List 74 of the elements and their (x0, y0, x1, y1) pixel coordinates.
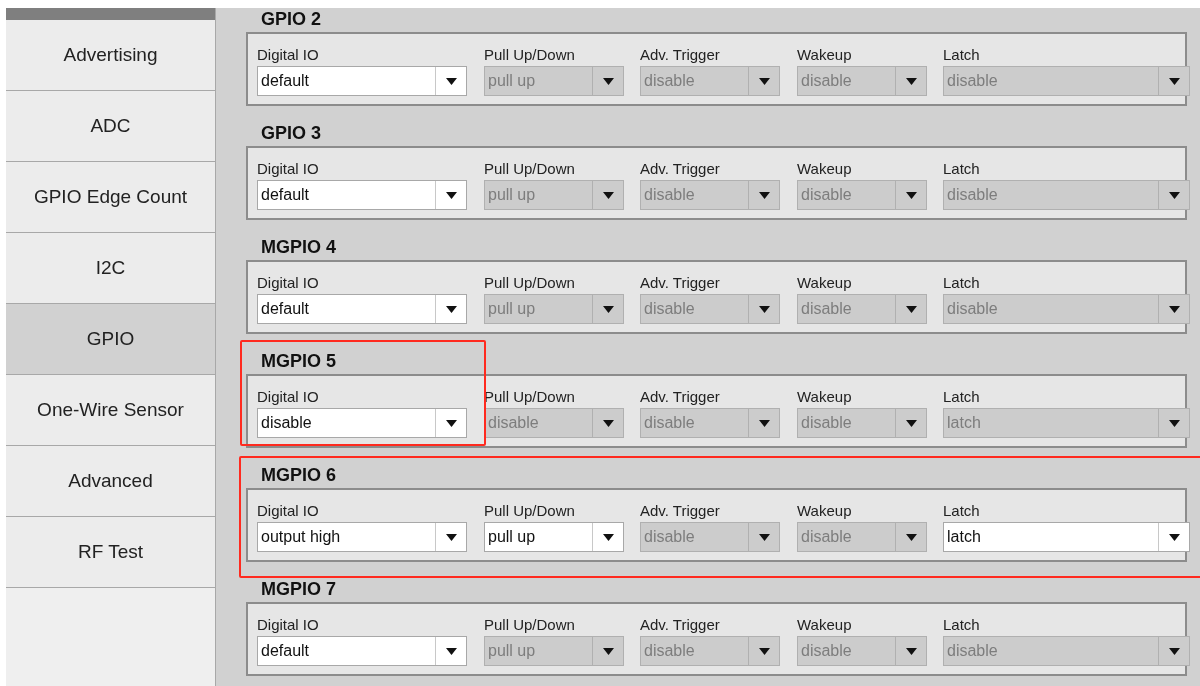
caret-icon (758, 77, 770, 85)
field-label: Pull Up/Down (484, 159, 576, 179)
dropdown[interactable]: output high (257, 522, 467, 552)
caret-icon (445, 533, 457, 541)
field-label: Latch (943, 387, 981, 407)
caret-icon (1168, 77, 1180, 85)
caret-icon (445, 419, 457, 427)
group-title: MGPIO 5 (260, 350, 337, 373)
field-label: Adv. Trigger (640, 501, 721, 521)
caret-icon (758, 305, 770, 313)
caret-icon (602, 647, 614, 655)
group-title: MGPIO 7 (260, 578, 337, 601)
dropdown[interactable]: default (257, 180, 467, 210)
dropdown[interactable]: disable (257, 408, 467, 438)
caret-icon (445, 77, 457, 85)
field-label: Adv. Trigger (640, 45, 721, 65)
field-label: Wakeup (797, 615, 853, 635)
field-label: Pull Up/Down (484, 45, 576, 65)
caret-icon (905, 419, 917, 427)
group-title: GPIO 2 (260, 8, 323, 31)
caret-icon (445, 647, 457, 655)
field-label: Pull Up/Down (484, 615, 576, 635)
caret-icon (445, 305, 457, 313)
field-label: Adv. Trigger (640, 615, 721, 635)
dropdown[interactable]: latch (943, 522, 1190, 552)
caret-icon (758, 419, 770, 427)
field-label: Wakeup (797, 501, 853, 521)
caret-icon (445, 191, 457, 199)
field-label: Latch (943, 615, 981, 635)
caret-icon (905, 647, 917, 655)
field-label: Wakeup (797, 387, 853, 407)
caret-icon (602, 419, 614, 427)
caret-icon (602, 533, 614, 541)
caret-icon (905, 191, 917, 199)
caret-icon (758, 647, 770, 655)
caret-icon (905, 533, 917, 541)
field-label: Digital IO (257, 45, 320, 65)
field-label: Wakeup (797, 273, 853, 293)
field-label: Adv. Trigger (640, 159, 721, 179)
field-label: Wakeup (797, 159, 853, 179)
sidebar-tab[interactable]: GPIO (6, 304, 215, 375)
caret-icon (602, 191, 614, 199)
caret-icon (1168, 419, 1180, 427)
field-label: Latch (943, 159, 981, 179)
dropdown[interactable]: default (257, 66, 467, 96)
caret-icon (602, 77, 614, 85)
caret-icon (1168, 533, 1180, 541)
field-label: Pull Up/Down (484, 501, 576, 521)
dropdown[interactable]: default (257, 294, 467, 324)
field-label: Digital IO (257, 273, 320, 293)
caret-icon (1168, 647, 1180, 655)
field-label: Digital IO (257, 615, 320, 635)
field-label: Latch (943, 501, 981, 521)
dropdown[interactable]: pull up (484, 522, 624, 552)
field-label: Latch (943, 273, 981, 293)
field-label: Pull Up/Down (484, 273, 576, 293)
caret-icon (758, 191, 770, 199)
field-label: Digital IO (257, 387, 320, 407)
group-title: GPIO 3 (260, 122, 323, 145)
dropdown[interactable]: default (257, 636, 467, 666)
field-label: Adv. Trigger (640, 387, 721, 407)
caret-icon (1168, 191, 1180, 199)
caret-icon (905, 77, 917, 85)
field-label: Digital IO (257, 501, 320, 521)
field-label: Wakeup (797, 45, 853, 65)
field-label: Adv. Trigger (640, 273, 721, 293)
caret-icon (602, 305, 614, 313)
caret-icon (905, 305, 917, 313)
group-title: MGPIO 4 (260, 236, 337, 259)
field-label: Latch (943, 45, 981, 65)
caret-icon (758, 533, 770, 541)
field-label: Digital IO (257, 159, 320, 179)
caret-icon (1168, 305, 1180, 313)
group-title: MGPIO 6 (260, 464, 337, 487)
